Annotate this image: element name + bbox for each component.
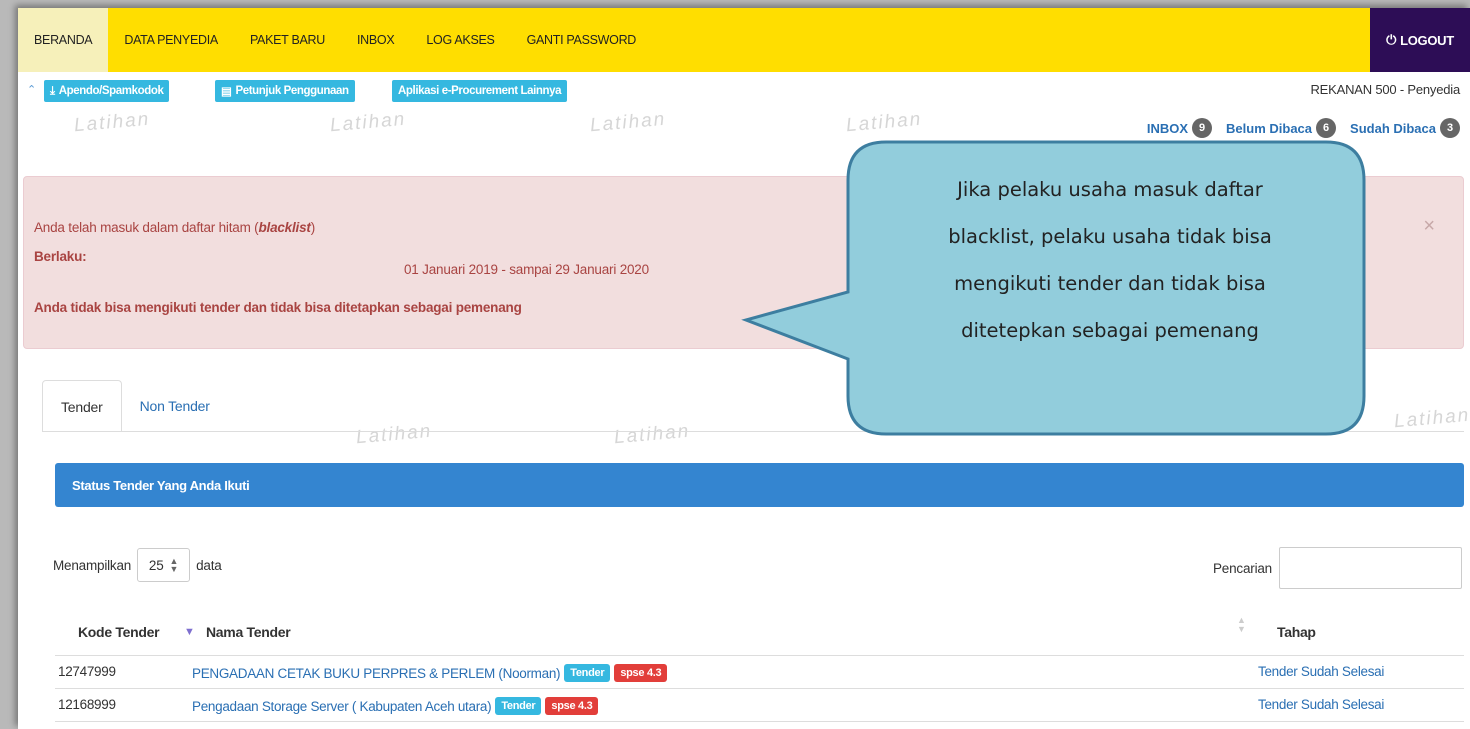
nav-beranda[interactable]: BERANDA	[18, 8, 109, 72]
nav-paket-baru[interactable]: PAKET BARU	[234, 8, 341, 72]
main-menu: BERANDA DATA PENYEDIA PAKET BARU INBOX L…	[18, 8, 652, 72]
tabs-divider	[42, 431, 1464, 432]
search-control: Pencarian	[1213, 547, 1462, 589]
search-label: Pencarian	[1213, 560, 1272, 576]
aplikasi-label: Aplikasi e-Procurement Lainnya	[398, 85, 562, 97]
logout-label: LOGOUT	[1400, 32, 1454, 48]
logout-button[interactable]: ⏻ LOGOUT	[1370, 8, 1470, 72]
aplikasi-button[interactable]: Aplikasi e-Procurement Lainnya	[392, 80, 568, 102]
top-navbar: BERANDA DATA PENYEDIA PAKET BARU INBOX L…	[18, 8, 1470, 72]
inbox-count-badge: 9	[1192, 118, 1213, 138]
alert-valid-label: Berlaku:	[34, 249, 87, 264]
tender-name-link[interactable]: PENGADAAN CETAK BUKU PERPRES & PERLEM (N…	[192, 666, 561, 681]
petunjuk-label: Petunjuk Penggunaan	[235, 85, 349, 97]
tender-tabs: Tender Non Tender	[42, 380, 228, 432]
page-length-select[interactable]: 25 ▲ ▼	[137, 548, 191, 582]
stepper-arrows-icon: ▲ ▼	[169, 556, 179, 574]
nav-ganti-password[interactable]: GANTI PASSWORD	[511, 8, 652, 72]
close-icon[interactable]: ×	[1423, 215, 1435, 238]
column-nama-tender[interactable]: Nama Tender	[206, 624, 291, 640]
read-count-badge: 3	[1440, 118, 1460, 138]
tab-non-tender[interactable]: Non Tender	[122, 380, 228, 432]
page-length-value: 25	[148, 557, 164, 573]
secondary-toolbar: ⌃ ⤓ Apendo/Spamkodok ▤ Petunjuk Pengguna…	[18, 78, 1470, 104]
inbox-link[interactable]: INBOX 9	[1146, 118, 1213, 138]
read-link[interactable]: Sudah Dibaca 3	[1350, 118, 1460, 138]
tender-stage-link[interactable]: Tender Sudah Selesai	[1258, 697, 1384, 712]
tab-tender[interactable]: Tender	[42, 380, 122, 432]
alert-message: Anda tidak bisa mengikuti tender dan tid…	[34, 300, 522, 315]
column-tahap[interactable]: Tahap	[1277, 624, 1316, 640]
unread-label: Belum Dibaca	[1226, 120, 1313, 136]
collapse-up-icon[interactable]: ⌃	[27, 83, 36, 96]
tender-stage-link[interactable]: Tender Sudah Selesai	[1258, 664, 1384, 679]
table-row: 12168999 Pengadaan Storage Server ( Kabu…	[55, 689, 1464, 722]
alert-period: 01 Januari 2019 - sampai 29 Januari 2020	[404, 262, 649, 277]
tender-type-badge: Tender	[495, 697, 542, 715]
sort-both-icon: ▲ ▼	[1237, 615, 1246, 634]
sort-desc-icon: ▼	[184, 626, 195, 638]
inbox-label: INBOX	[1146, 120, 1189, 136]
tender-name-link[interactable]: Pengadaan Storage Server ( Kabupaten Ace…	[192, 699, 492, 714]
watermark-text: Latihan	[613, 420, 692, 449]
show-prefix: Menampilkan	[53, 557, 132, 573]
book-icon: ▤	[221, 86, 232, 98]
petunjuk-button[interactable]: ▤ Petunjuk Penggunaan	[215, 80, 355, 102]
blacklist-alert: Anda telah masuk dalam daftar hitam (bla…	[23, 176, 1464, 349]
show-suffix: data	[196, 557, 222, 573]
spse-version-badge: spse 4.3	[545, 697, 599, 715]
unread-link[interactable]: Belum Dibaca 6	[1226, 118, 1337, 138]
table-header: Kode Tender ▼ Nama Tender ▲ ▼ Tahap	[55, 604, 1464, 656]
column-kode-tender[interactable]: Kode Tender	[78, 624, 160, 640]
power-icon: ⏻	[1386, 32, 1397, 47]
watermark-text: Latihan	[329, 108, 408, 137]
table-row: 12747999 PENGADAAN CETAK BUKU PERPRES & …	[55, 656, 1464, 689]
user-role-label: REKANAN 500 - Penyedia	[1310, 82, 1460, 97]
page-length-control: Menampilkan 25 ▲ ▼ data	[53, 548, 222, 582]
alert-title: Anda telah masuk dalam daftar hitam (bla…	[34, 220, 315, 235]
tender-code: 12168999	[58, 697, 116, 712]
watermark-text: Latihan	[73, 108, 152, 137]
watermark-text: Latihan	[845, 108, 924, 137]
tender-code: 12747999	[58, 664, 116, 679]
nav-log-akses[interactable]: LOG AKSES	[410, 8, 510, 72]
panel-title: Status Tender Yang Anda Ikuti	[55, 463, 1464, 507]
nav-inbox[interactable]: INBOX	[341, 8, 410, 72]
search-input[interactable]	[1279, 547, 1462, 589]
apendo-button[interactable]: ⤓ Apendo/Spamkodok	[44, 80, 170, 102]
inbox-summary: INBOX 9 Belum Dibaca 6 Sudah Dibaca 3	[1147, 118, 1460, 138]
spse-version-badge: spse 4.3	[614, 664, 668, 682]
watermark-text: Latihan	[589, 108, 668, 137]
watermark-text: Latihan	[355, 420, 434, 449]
tender-name-cell: Pengadaan Storage Server ( Kabupaten Ace…	[192, 697, 599, 715]
unread-count-badge: 6	[1316, 118, 1337, 138]
tender-name-cell: PENGADAAN CETAK BUKU PERPRES & PERLEM (N…	[192, 664, 668, 682]
nav-data-penyedia[interactable]: DATA PENYEDIA	[108, 8, 234, 72]
apendo-label: Apendo/Spamkodok	[58, 85, 164, 97]
app-window: BERANDA DATA PENYEDIA PAKET BARU INBOX L…	[18, 8, 1470, 729]
read-label: Sudah Dibaca	[1350, 120, 1436, 136]
download-icon: ⤓	[50, 84, 55, 97]
tender-type-badge: Tender	[564, 664, 611, 682]
watermark-text: Latihan	[1393, 404, 1470, 433]
